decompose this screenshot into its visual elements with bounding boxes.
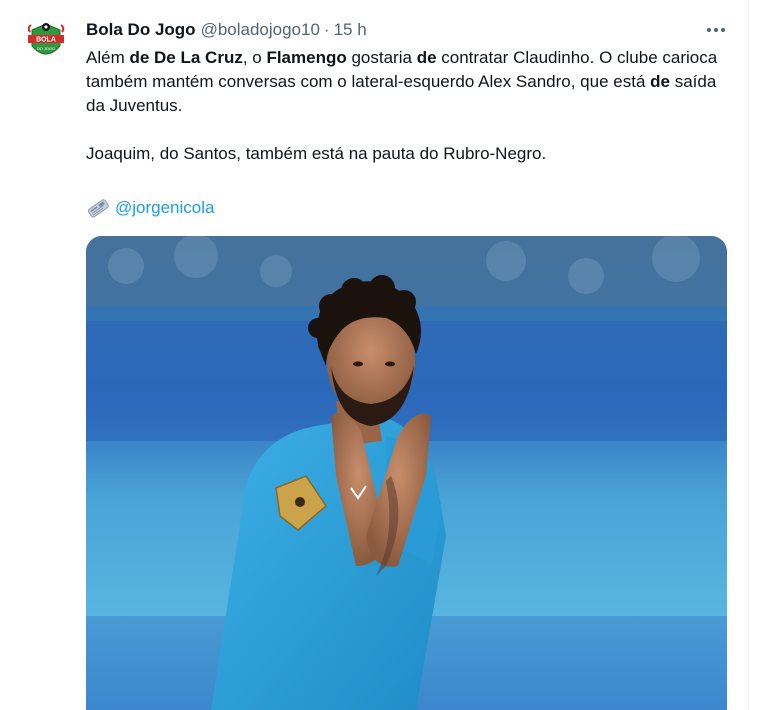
tweet-text: Além de De La Cruz, o Flamengo gostaria … (86, 46, 736, 166)
tweet-timestamp[interactable]: 15 h (334, 20, 367, 40)
more-options-button[interactable] (700, 16, 732, 44)
tweet-text-run: Além (86, 48, 130, 67)
author-handle[interactable]: @boladojogo10 (201, 20, 320, 40)
tweet-text-run: , o (242, 48, 267, 67)
tweet-media-photo[interactable] (86, 236, 727, 710)
tweet-header: Bola Do Jogo @boladojogo10 · 15 h (86, 19, 367, 41)
tweet-text-run: de (416, 48, 437, 67)
tweet-text-run: de De La Cruz (129, 48, 243, 67)
credit-link[interactable]: @jorgenicola (115, 198, 214, 218)
tweet-page: BOLA DO JOGO Bola Do Jogo @boladojogo10 … (0, 0, 776, 710)
tweet-text-run: de (650, 72, 670, 91)
player-photo (86, 236, 727, 710)
author-name[interactable]: Bola Do Jogo (86, 20, 196, 40)
bola-do-jogo-logo: BOLA DO JOGO (20, 16, 72, 68)
svg-text:DO JOGO: DO JOGO (37, 46, 55, 51)
tweet-text-run: gostaria (346, 48, 417, 67)
timeline-border (748, 0, 749, 710)
photo-credit: @jorgenicola (86, 195, 214, 221)
more-dots-icon (707, 28, 711, 32)
newspaper-icon (87, 199, 109, 218)
header-separator: · (323, 20, 330, 39)
tweet[interactable]: BOLA DO JOGO Bola Do Jogo @boladojogo10 … (0, 0, 748, 710)
svg-text:BOLA: BOLA (36, 37, 56, 44)
avatar[interactable]: BOLA DO JOGO (20, 16, 72, 68)
tweet-paragraph-1: Além de De La Cruz, o Flamengo gostaria … (86, 46, 736, 118)
tweet-paragraph-2: Joaquim, do Santos, também está na pauta… (86, 144, 547, 163)
tweet-text-run: Flamengo (266, 48, 347, 67)
